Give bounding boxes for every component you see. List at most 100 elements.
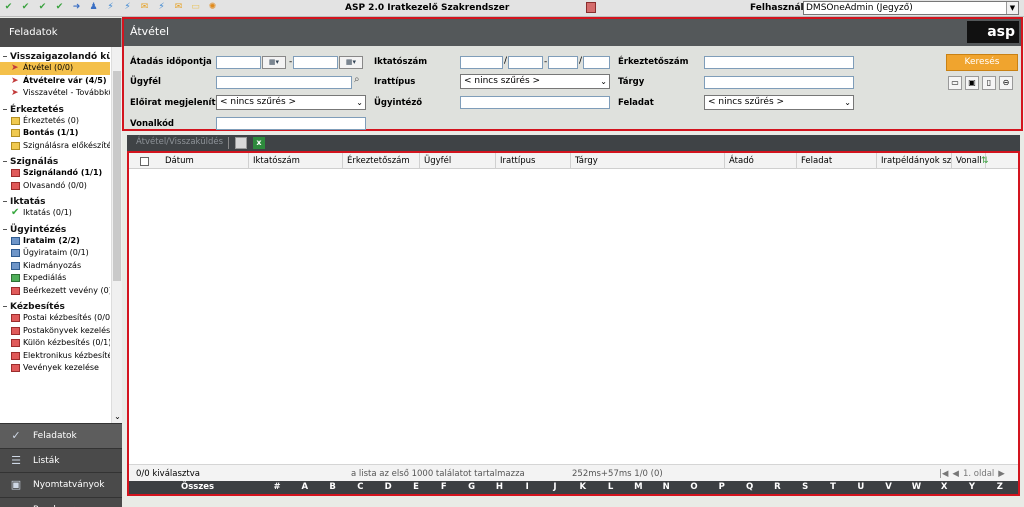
- eloirat-select[interactable]: < nincs szűrés > ⌄: [216, 95, 366, 110]
- alpha-all-button[interactable]: Összes: [181, 482, 214, 492]
- column-header[interactable]: Dátum: [161, 153, 249, 169]
- first-page-icon[interactable]: |◀: [939, 469, 948, 479]
- vonalkod-input[interactable]: [216, 117, 366, 130]
- alpha-filter-y[interactable]: Y: [966, 482, 978, 492]
- note-icon[interactable]: ▭: [190, 2, 201, 13]
- printer-icon[interactable]: [235, 137, 247, 149]
- column-settings-icon[interactable]: ⇅: [981, 153, 989, 169]
- sidebar-item[interactable]: Postai kézbesítés (0/0): [0, 312, 110, 325]
- column-header[interactable]: Érkeztetőszám: [343, 153, 420, 169]
- nav-search-button[interactable]: ⌕Rendszer: [0, 496, 122, 507]
- alpha-filter-hash[interactable]: #: [271, 482, 283, 492]
- targy-input[interactable]: [704, 76, 854, 89]
- alpha-filter-p[interactable]: P: [716, 482, 728, 492]
- sidebar-item[interactable]: Olvasandó (0/0): [0, 180, 110, 193]
- erkeztetoszam-input[interactable]: [704, 56, 854, 69]
- sidebar-item[interactable]: Külön kézbesítés (0/1): [0, 337, 110, 350]
- lightning-icon[interactable]: ⚡: [105, 2, 116, 13]
- sidebar-item[interactable]: Expediálás: [0, 272, 110, 285]
- alpha-filter-a[interactable]: A: [299, 482, 311, 492]
- alpha-filter-t[interactable]: T: [827, 482, 839, 492]
- save-icon[interactable]: ▣: [965, 76, 979, 90]
- excel-export-icon[interactable]: x: [253, 137, 265, 149]
- alpha-filter-l[interactable]: L: [605, 482, 617, 492]
- alpha-filter-m[interactable]: M: [632, 482, 644, 492]
- scroll-down-icon[interactable]: ⌄: [112, 412, 122, 421]
- scrollbar-thumb[interactable]: [113, 71, 121, 281]
- sidebar-item[interactable]: Érkeztetés (0): [0, 115, 110, 128]
- column-header[interactable]: Iratpéldányok sz...: [877, 153, 952, 169]
- sidebar-section-title[interactable]: Iktatás: [0, 192, 110, 207]
- alpha-filter-j[interactable]: J: [549, 482, 561, 492]
- new-document-icon[interactable]: ▯: [982, 76, 996, 90]
- chevron-down-icon[interactable]: ▼: [1006, 2, 1018, 14]
- sidebar-item[interactable]: Bontás (1/1): [0, 127, 110, 140]
- sidebar-item[interactable]: Szignálásra előkészítés: [0, 140, 110, 153]
- mail-icon[interactable]: ✉: [139, 2, 150, 13]
- alpha-filter-d[interactable]: D: [382, 482, 394, 492]
- person-icon[interactable]: ♟: [88, 2, 99, 13]
- sidebar-item[interactable]: ➤ Átvételre vár (4/5): [0, 75, 110, 88]
- alpha-filter-w[interactable]: W: [910, 482, 922, 492]
- search-icon[interactable]: ⌕: [354, 74, 360, 85]
- sidebar-section-title[interactable]: Érkeztetés: [0, 100, 110, 115]
- sidebar-item[interactable]: Szignálandó (1/1): [0, 167, 110, 180]
- clear-icon[interactable]: ⊖: [999, 76, 1013, 90]
- sidebar-item[interactable]: Elektronikus kézbesítés: [0, 350, 110, 363]
- iktatoszam-part2-input[interactable]: [508, 56, 543, 69]
- alpha-filter-o[interactable]: O: [688, 482, 700, 492]
- check-green-icon[interactable]: ✔: [3, 2, 14, 13]
- gear-icon[interactable]: ✺: [207, 2, 218, 13]
- column-header[interactable]: Tárgy: [571, 153, 725, 169]
- nav-check-button[interactable]: ✓ Feladatok: [0, 423, 122, 448]
- sidebar-scrollbar[interactable]: ⌄: [111, 47, 122, 423]
- column-header[interactable]: Iktatószám: [249, 153, 343, 169]
- alpha-filter-r[interactable]: R: [771, 482, 783, 492]
- alpha-filter-e[interactable]: E: [410, 482, 422, 492]
- print-icon[interactable]: [586, 2, 596, 13]
- user-select[interactable]: DMSOneAdmin (Jegyző) ▼: [803, 1, 1019, 15]
- alpha-filter-i[interactable]: I: [521, 482, 533, 492]
- calendar-from-icon[interactable]: ▦▾: [262, 56, 286, 69]
- alpha-filter-b[interactable]: B: [327, 482, 339, 492]
- next-page-icon[interactable]: ▶: [998, 469, 1005, 479]
- search-button[interactable]: Keresés: [946, 54, 1018, 71]
- ugyintezo-input[interactable]: [460, 96, 610, 109]
- iktatoszam-part3-input[interactable]: [548, 56, 578, 69]
- iktatoszam-part4-input[interactable]: [583, 56, 610, 69]
- sidebar-item[interactable]: ✔ Iktatás (0/1): [0, 207, 110, 220]
- alpha-filter-n[interactable]: N: [660, 482, 672, 492]
- atvetel-visszakuldes-button[interactable]: Átvétel/Visszaküldés: [136, 137, 223, 147]
- sidebar-item[interactable]: Kiadmányozás: [0, 260, 110, 273]
- sidebar-item[interactable]: ➤ Visszavétel - Továbbküldés: [0, 87, 110, 100]
- irattipus-select[interactable]: < nincs szűrés > ⌄: [460, 74, 610, 89]
- sidebar-section-title[interactable]: Kézbesítés: [0, 297, 110, 312]
- column-header[interactable]: Feladat: [797, 153, 877, 169]
- sidebar-item[interactable]: Beérkezett vevény (0): [0, 285, 110, 298]
- envelope-icon[interactable]: ✉: [173, 2, 184, 13]
- alpha-filter-h[interactable]: H: [493, 482, 505, 492]
- check-green-icon[interactable]: ✔: [37, 2, 48, 13]
- sidebar-section-title[interactable]: Visszaigazolandó küldemények: [0, 47, 110, 62]
- sidebar-item[interactable]: Ügyirataim (0/1): [0, 247, 110, 260]
- column-header[interactable]: Ügyfél: [420, 153, 496, 169]
- alpha-filter-f[interactable]: F: [438, 482, 450, 492]
- calendar-to-icon[interactable]: ▦▾: [339, 56, 363, 69]
- alpha-filter-g[interactable]: G: [466, 482, 478, 492]
- sidebar-task-list[interactable]: Visszaigazolandó küldemények➤Átvétel (0/…: [0, 47, 122, 423]
- iktatoszam-part1-input[interactable]: [460, 56, 503, 69]
- alpha-filter-q[interactable]: Q: [744, 482, 756, 492]
- feladat-select[interactable]: < nincs szűrés > ⌄: [704, 95, 854, 110]
- column-header[interactable]: Irattípus: [496, 153, 571, 169]
- date-to-input[interactable]: [293, 56, 338, 69]
- column-header[interactable]: Átadó: [725, 153, 797, 169]
- prev-page-icon[interactable]: ◀: [952, 469, 959, 479]
- sidebar-section-title[interactable]: Szignálás: [0, 152, 110, 167]
- sidebar-item[interactable]: Postakönyvek kezelése: [0, 325, 110, 338]
- alpha-filter-c[interactable]: C: [354, 482, 366, 492]
- check-green-icon[interactable]: ✔: [20, 2, 31, 13]
- alpha-filter-x[interactable]: X: [938, 482, 950, 492]
- sidebar-item[interactable]: Irataim (2/2): [0, 235, 110, 248]
- alpha-filter-z[interactable]: Z: [994, 482, 1006, 492]
- nav-list-button[interactable]: ☰ Listák: [0, 447, 122, 473]
